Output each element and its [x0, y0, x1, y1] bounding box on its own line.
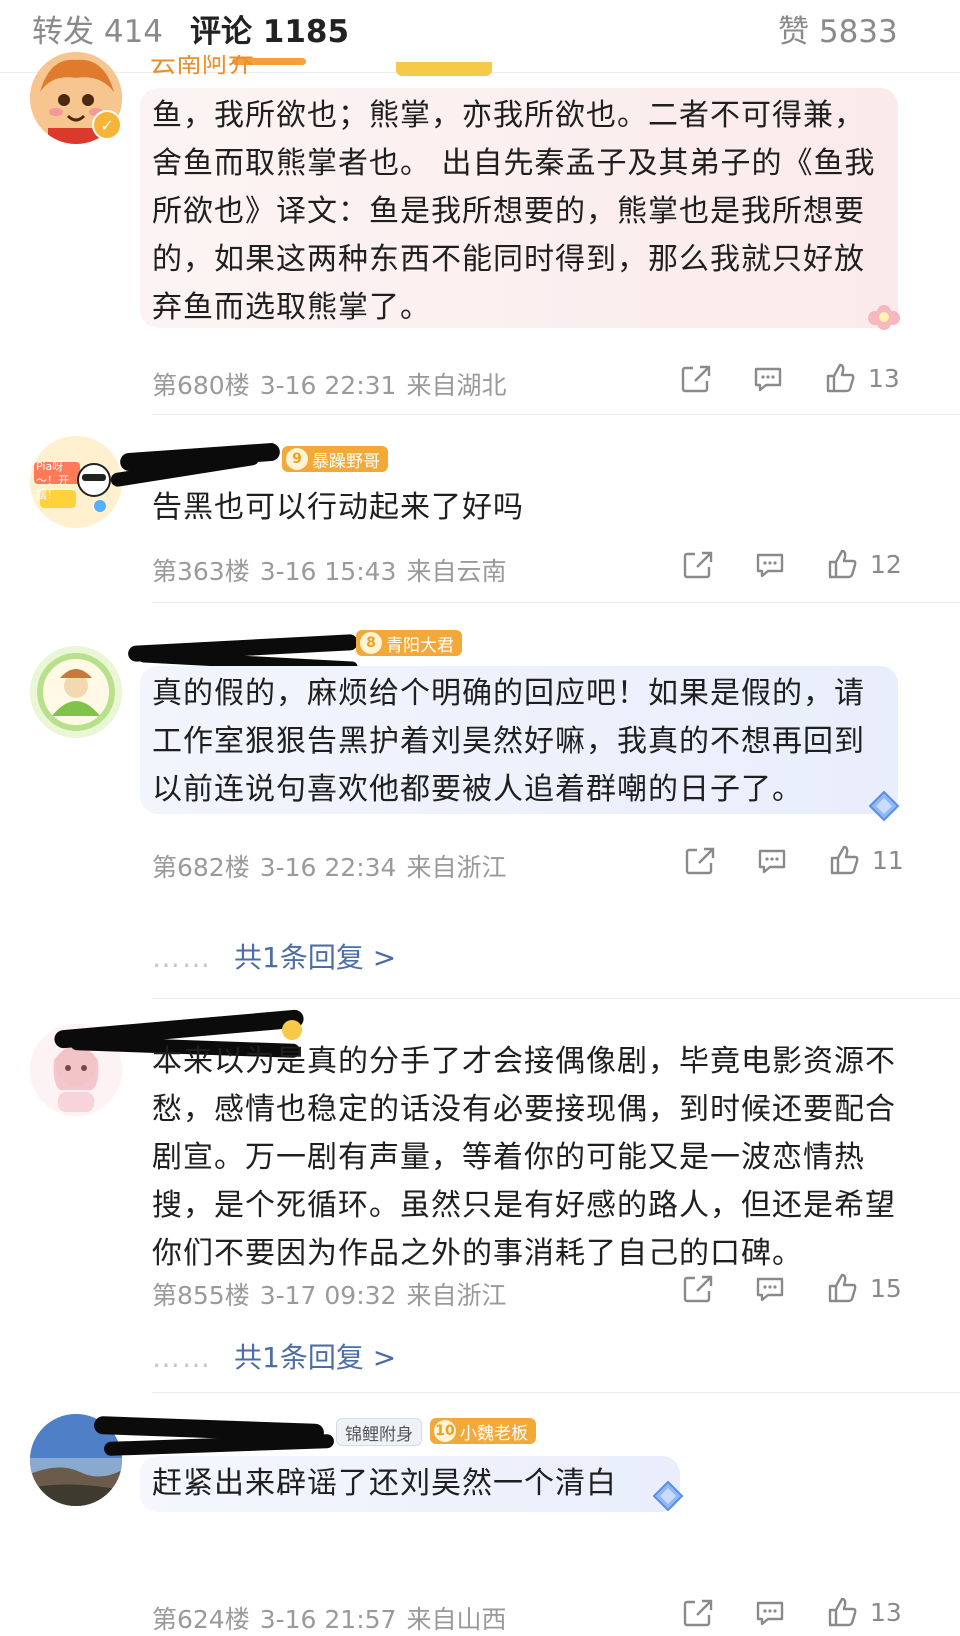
tab-comments[interactable]: 评论 1185 [190, 6, 349, 51]
share-icon [683, 1275, 713, 1303]
user-badge [396, 62, 492, 76]
floor-number: 第624楼 [152, 1605, 250, 1634]
verified-icon: ✓ [92, 110, 122, 140]
comment-button[interactable] [754, 1598, 786, 1628]
comment-location: 来自云南 [406, 557, 507, 586]
share-button[interactable] [682, 550, 714, 580]
comment-button[interactable] [752, 364, 784, 394]
floor-number: 第682楼 [152, 853, 250, 882]
comment-button[interactable] [756, 846, 788, 876]
floor-number: 第680楼 [152, 371, 250, 400]
comment-meta: 第363楼 3-16 15:43 来自云南 [152, 552, 516, 588]
comment-icon [756, 553, 784, 578]
tab-repost[interactable]: 转发 414 [32, 6, 163, 51]
like-button[interactable]: 13 [824, 362, 900, 394]
comment-button[interactable] [754, 550, 786, 580]
comment-time: 3-17 09:32 [259, 1281, 397, 1310]
like-count: 11 [872, 845, 904, 875]
comment-text: 鱼，我所欲也；熊掌，亦我所欲也。二者不可得兼，舍鱼而取熊掌者也。 出自先秦孟子及… [152, 98, 876, 325]
lucky-badge[interactable]: 锦鲤附身 [336, 1418, 422, 1446]
fan-badge[interactable]: 8 青阳大君 [356, 630, 462, 656]
fan-badge[interactable]: 10 小魏老板 [430, 1418, 536, 1444]
floor-number: 第855楼 [152, 1281, 250, 1310]
thumbs-up-icon [828, 549, 857, 579]
comment-location: 来自浙江 [406, 853, 507, 882]
thumbs-up-icon [828, 1273, 857, 1303]
comment-text: 赶紧出来辟谣了还刘昊然一个清白 [152, 1466, 617, 1501]
divider [152, 1392, 960, 1393]
reply-count-text: 共1条回复 > [234, 1341, 397, 1374]
like-count: 13 [870, 1597, 902, 1627]
user-name[interactable]: 云南阿乔 [150, 55, 254, 75]
comment-time: 3-16 15:43 [259, 557, 397, 586]
share-icon [685, 847, 715, 875]
like-count: 13 [868, 363, 900, 393]
reply-dots: …… [152, 1341, 212, 1374]
comment-meta: 第680楼 3-16 22:31 来自湖北 [152, 366, 516, 402]
view-replies-link[interactable]: …… 共1条回复 > [152, 1336, 396, 1376]
reply-dots: …… [152, 941, 212, 974]
comment-location: 来自湖北 [406, 371, 507, 400]
share-button[interactable] [682, 1274, 714, 1304]
comment-text: 本来以为是真的分手了才会接偶像剧，毕竟电影资源不愁，感情也稳定的话没有必要接现偶… [152, 1044, 896, 1271]
thumbs-up-icon [826, 363, 855, 393]
like-button[interactable]: 11 [828, 844, 904, 876]
fan-badge[interactable]: 9 暴躁野哥 [282, 446, 388, 472]
comment-text: 告黑也可以行动起来了好吗 [152, 490, 524, 525]
reply-count-text: 共1条回复 > [234, 941, 397, 974]
comment-icon [756, 1277, 784, 1302]
name-redaction [103, 1433, 335, 1457]
comment-location: 来自浙江 [406, 1281, 507, 1310]
user-badge [282, 1020, 302, 1040]
comment-time: 3-16 21:57 [259, 1605, 397, 1634]
share-button[interactable] [684, 846, 716, 876]
thumbs-up-icon [828, 1597, 857, 1627]
comment-meta: 第624楼 3-16 21:57 来自山西 [152, 1600, 516, 1636]
comment-location: 来自山西 [406, 1605, 507, 1634]
avatar-caption: Pia呀～！开摆！ [36, 460, 69, 501]
view-replies-link[interactable]: …… 共1条回复 > [152, 936, 396, 976]
share-button[interactable] [682, 1598, 714, 1628]
share-icon [683, 551, 713, 579]
like-count: 15 [870, 1273, 902, 1303]
comment-time: 3-16 22:31 [259, 371, 397, 400]
comment-icon [756, 1601, 784, 1626]
share-icon [681, 365, 711, 393]
comment-icon [754, 367, 782, 392]
share-button[interactable] [680, 364, 712, 394]
comment-text: 真的假的，麻烦给个明确的回应吧！如果是假的，请工作室狠狠告黑护着刘昊然好嘛，我真… [152, 676, 865, 807]
share-icon [683, 1599, 713, 1627]
floor-number: 第363楼 [152, 557, 250, 586]
comment-time: 3-16 22:34 [259, 853, 397, 882]
like-count: 12 [870, 549, 902, 579]
tab-likes[interactable]: 赞 5833 [778, 6, 898, 51]
divider [152, 998, 960, 999]
like-button[interactable]: 13 [826, 1596, 902, 1628]
like-button[interactable]: 12 [826, 548, 902, 580]
avatar[interactable] [30, 646, 122, 738]
divider [152, 602, 960, 603]
like-button[interactable]: 15 [826, 1272, 902, 1304]
comment-button[interactable] [754, 1274, 786, 1304]
comment-icon [758, 849, 786, 874]
comment-meta: 第855楼 3-17 09:32 来自浙江 [152, 1276, 516, 1312]
thumbs-up-icon [830, 845, 859, 875]
comment-meta: 第682楼 3-16 22:34 来自浙江 [152, 848, 516, 884]
divider [152, 414, 960, 415]
